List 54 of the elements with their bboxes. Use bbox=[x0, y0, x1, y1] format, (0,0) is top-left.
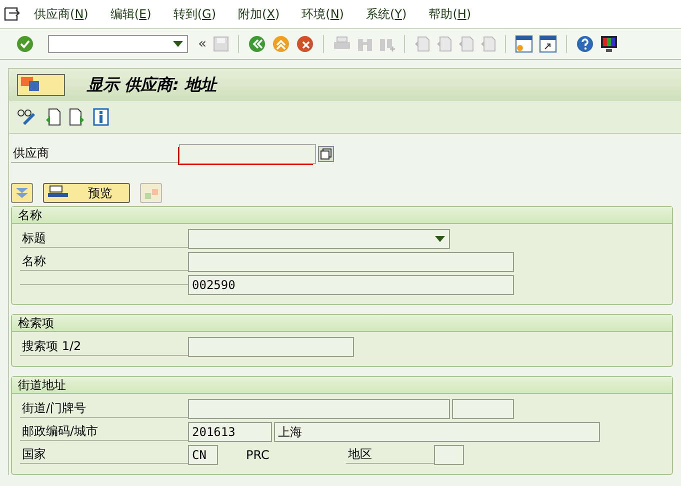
next-page-icon[interactable] bbox=[69, 108, 85, 126]
input-field[interactable]: 201613 bbox=[188, 422, 272, 442]
expand-button[interactable] bbox=[11, 183, 33, 203]
cancel-icon[interactable] bbox=[296, 35, 314, 53]
input-field[interactable]: 002590 bbox=[188, 274, 514, 294]
save-icon[interactable] bbox=[212, 36, 229, 52]
help-icon[interactable] bbox=[576, 35, 594, 53]
menu-item[interactable]: 帮助(H) bbox=[428, 6, 472, 22]
page-arrow-icon[interactable] bbox=[480, 36, 496, 52]
input-field[interactable]: CN bbox=[188, 444, 218, 464]
dropdown-field[interactable] bbox=[188, 228, 450, 248]
menu-item[interactable]: 编辑(E) bbox=[110, 6, 152, 22]
input-field[interactable] bbox=[434, 444, 464, 464]
screen-toggle-icon bbox=[20, 76, 42, 94]
glasses-pencil-icon[interactable] bbox=[17, 108, 37, 126]
display-toggle-button[interactable] bbox=[17, 74, 65, 96]
screen-title: 显示 供应商: 地址 bbox=[87, 74, 217, 96]
menu-item[interactable]: 转到(G) bbox=[173, 6, 216, 22]
input-field[interactable] bbox=[188, 336, 354, 356]
double-chevron-icon bbox=[15, 187, 29, 199]
previous-page-icon[interactable] bbox=[45, 108, 61, 126]
command-field[interactable] bbox=[48, 35, 188, 53]
page-arrow-icon[interactable] bbox=[436, 36, 452, 52]
dropdown-arrow-icon[interactable] bbox=[173, 41, 183, 47]
supplier-field[interactable] bbox=[179, 144, 316, 164]
info-icon[interactable] bbox=[93, 108, 109, 126]
menu-item[interactable]: 供应商(N) bbox=[34, 6, 88, 22]
input-field[interactable] bbox=[188, 398, 450, 418]
input-field[interactable] bbox=[188, 252, 514, 272]
binoculars-plus-icon[interactable] bbox=[378, 36, 395, 52]
page-arrow-icon[interactable] bbox=[414, 36, 430, 52]
group-title: 街道地址 bbox=[12, 377, 672, 394]
check-icon[interactable] bbox=[16, 35, 34, 53]
country-name: PRC bbox=[246, 448, 270, 462]
menu-item[interactable]: 环境(N) bbox=[302, 6, 344, 22]
dropdown-arrow-icon[interactable] bbox=[435, 236, 445, 242]
print-icon[interactable] bbox=[332, 36, 351, 52]
shortcut-icon[interactable] bbox=[538, 35, 557, 53]
group-title: 名称 bbox=[12, 207, 672, 224]
monitor-icon[interactable] bbox=[600, 35, 618, 53]
group-title: 检索项 bbox=[12, 315, 672, 332]
exit-icon[interactable] bbox=[272, 35, 290, 53]
copy-icon[interactable] bbox=[318, 146, 334, 162]
menu-item[interactable]: 附加(X) bbox=[238, 6, 280, 22]
new-window-icon[interactable] bbox=[514, 35, 533, 53]
menu-item[interactable]: 系统(Y) bbox=[366, 6, 407, 22]
back-icon[interactable] bbox=[248, 35, 266, 53]
input-field[interactable]: 上海 bbox=[274, 422, 600, 442]
menu-icon[interactable] bbox=[4, 7, 20, 21]
input-field[interactable] bbox=[452, 398, 514, 418]
org-button[interactable] bbox=[140, 183, 162, 203]
page-arrow-icon[interactable] bbox=[458, 36, 474, 52]
preview-button[interactable]: 预览 bbox=[43, 183, 130, 203]
collapse-button[interactable]: « bbox=[198, 36, 207, 52]
